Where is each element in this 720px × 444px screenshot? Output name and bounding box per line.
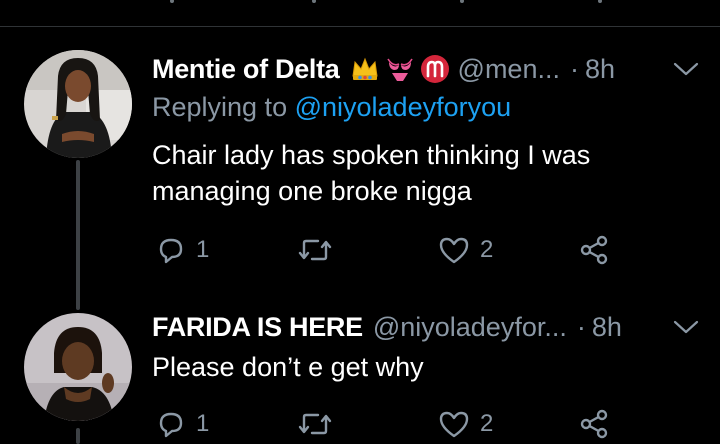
tweet-text: Chair lady has spoken thinking I was man… (152, 140, 591, 206)
reply-button[interactable]: 1 (156, 230, 209, 270)
reply-mention-link[interactable]: @niyoladeyforyou (295, 92, 512, 122)
tweet-text: Please don’t e get why (152, 352, 424, 382)
tweet-menu-button[interactable] (672, 55, 700, 83)
heart-icon (439, 411, 469, 438)
tweet-header: Mentie of Delta @men... · 8h (152, 51, 700, 87)
username-handle[interactable]: @niyoladeyfor... (373, 312, 567, 343)
retweet-button[interactable] (298, 230, 342, 270)
tweet-actions: 1 2 (152, 230, 622, 270)
crown-emoji-icon (351, 57, 378, 80)
share-icon (580, 409, 608, 439)
retweet-button[interactable] (298, 404, 342, 444)
tweet-actions: 1 2 (152, 404, 622, 444)
timestamp[interactable]: 8h (592, 312, 622, 343)
retweet-icon (298, 413, 332, 435)
separator-dot: · (569, 53, 579, 84)
tweet-menu-button[interactable] (672, 313, 700, 341)
display-name[interactable]: Mentie of Delta (152, 54, 340, 85)
reply-count: 1 (196, 236, 210, 263)
tweet[interactable]: Mentie of Delta @men... · 8h Replying to… (0, 0, 720, 300)
avatar[interactable] (24, 313, 132, 421)
like-button[interactable]: 2 (438, 230, 493, 270)
timestamp[interactable]: 8h (585, 54, 615, 85)
like-button[interactable]: 2 (438, 404, 493, 444)
bikini-emoji-icon (386, 58, 413, 81)
like-count: 2 (480, 410, 494, 437)
chevron-down-icon (673, 62, 699, 76)
replying-to-label: Replying to (152, 92, 295, 122)
display-name[interactable]: FARIDA IS HERE (152, 312, 363, 343)
tweet-header: FARIDA IS HERE @niyoladeyfor... · 8h (152, 309, 700, 345)
reply-count: 1 (196, 410, 210, 437)
avatar-photo (24, 50, 132, 158)
reply-button[interactable]: 1 (156, 404, 209, 444)
aries-emoji-icon (420, 55, 449, 83)
name-emoji-badges (350, 54, 450, 84)
retweet-icon (298, 239, 332, 261)
share-button[interactable] (578, 230, 610, 270)
chevron-down-icon (673, 320, 699, 334)
tweet[interactable]: FARIDA IS HERE @niyoladeyfor... · 8h Ple… (0, 300, 720, 444)
heart-icon (439, 237, 469, 264)
share-icon (580, 235, 608, 265)
avatar[interactable] (24, 50, 132, 158)
replying-to: Replying to @niyoladeyforyou (152, 92, 511, 123)
avatar-photo (24, 313, 132, 421)
reply-icon (159, 412, 183, 438)
username-handle[interactable]: @men... (458, 54, 560, 85)
like-count: 2 (480, 236, 494, 263)
reply-icon (159, 238, 183, 264)
separator-dot: · (576, 311, 586, 342)
share-button[interactable] (578, 404, 610, 444)
